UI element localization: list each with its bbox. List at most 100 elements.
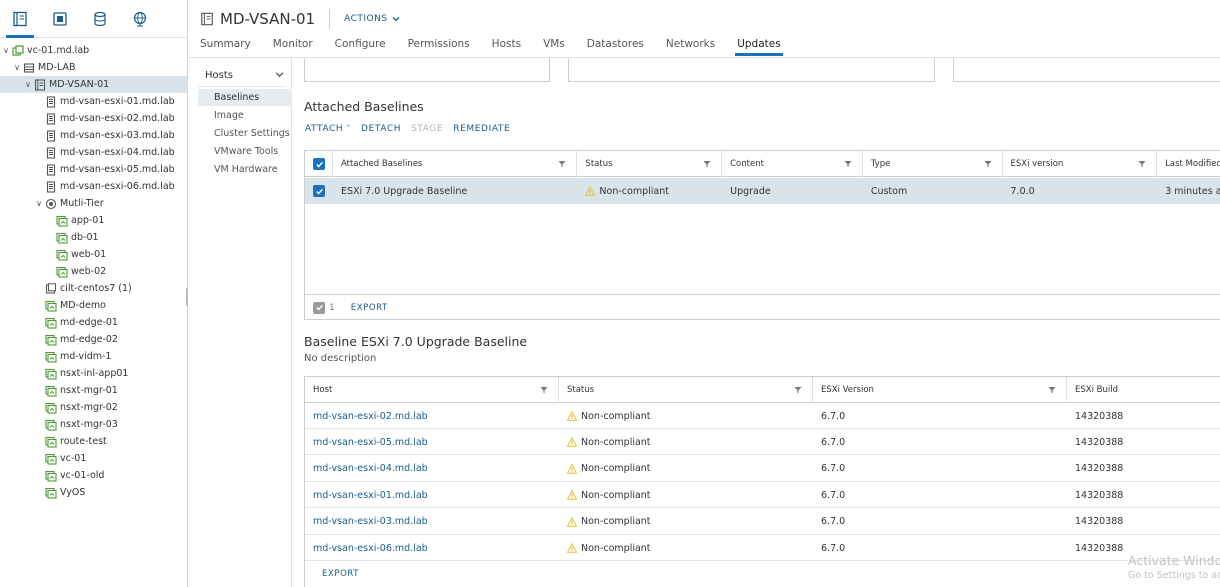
expand-caret-icon[interactable]: ∨ [12, 63, 22, 72]
cell-host[interactable]: md-vsan-esxi-06.md.lab [305, 535, 559, 561]
table-row[interactable]: md-vsan-esxi-02.md.lab Non-compliant 6.7.0… [305, 403, 1220, 429]
column-header[interactable]: Type [863, 151, 1003, 177]
subnav-item-baselines[interactable]: Baselines [198, 89, 292, 106]
column-header[interactable]: Status [577, 151, 723, 177]
page-title: MD-VSAN-01 [220, 10, 316, 28]
checkbox[interactable] [313, 185, 325, 197]
subnav-heading[interactable]: Hosts [205, 70, 233, 81]
tree-node[interactable]: md-edge-02 [0, 331, 187, 348]
actions-menu-button[interactable]: ACTIONS [344, 14, 400, 24]
vms-templates-tab[interactable] [50, 9, 70, 29]
summary-card-stub [953, 58, 1220, 82]
column-header[interactable]: ESXi version [1003, 151, 1158, 177]
column-header[interactable]: ESXi Version [813, 377, 1067, 403]
tree-node[interactable]: md-vsan-esxi-01.md.lab [0, 93, 187, 110]
attach-button[interactable]: ATTACH ˅ [305, 124, 351, 134]
tree-node[interactable]: VyOS [0, 484, 187, 501]
cell-host[interactable]: md-vsan-esxi-01.md.lab [305, 482, 559, 508]
filter-icon[interactable] [1138, 160, 1146, 168]
filter-icon[interactable] [558, 160, 566, 168]
table-row[interactable]: md-vsan-esxi-03.md.lab Non-compliant 6.7.0… [305, 509, 1220, 535]
tab-vms[interactable]: VMs [543, 38, 565, 54]
subnav-item-vm-hardware[interactable]: VM Hardware [198, 161, 292, 178]
tree-node[interactable]: ∨ Mutli-Tier [0, 195, 187, 212]
tree-node[interactable]: md-vsan-esxi-04.md.lab [0, 144, 187, 161]
export-button[interactable]: EXPORT [351, 303, 388, 313]
tab-configure[interactable]: Configure [335, 38, 386, 54]
column-header[interactable]: Attached Baselines [333, 151, 578, 177]
tree-node[interactable]: route-test [0, 433, 187, 450]
tree-node[interactable]: app-01 [0, 212, 187, 229]
tree-node[interactable]: md-vsan-esxi-05.md.lab [0, 161, 187, 178]
networking-tab[interactable] [130, 9, 150, 29]
tab-monitor[interactable]: Monitor [273, 38, 313, 54]
cell-host[interactable]: md-vsan-esxi-05.md.lab [305, 429, 559, 455]
tab-summary[interactable]: Summary [200, 38, 251, 54]
cell-host[interactable]: md-vsan-esxi-03.md.lab [305, 509, 559, 535]
tree-node[interactable]: vc-01 [0, 450, 187, 467]
remediate-button[interactable]: REMEDIATE [453, 124, 510, 134]
tree-node[interactable]: vc-01-old [0, 467, 187, 484]
filter-icon[interactable] [984, 160, 992, 168]
tree-node[interactable]: nsxt-mgr-01 [0, 382, 187, 399]
attach-label: ATTACH [305, 124, 344, 134]
tree-node[interactable]: nsxt-mgr-02 [0, 399, 187, 416]
tree-node[interactable]: ∨ MD-LAB [0, 59, 187, 76]
tree-node[interactable]: ∨ MD-VSAN-01 [0, 76, 187, 93]
cell-host[interactable]: md-vsan-esxi-02.md.lab [305, 403, 559, 429]
expand-caret-icon[interactable]: ∨ [23, 80, 33, 89]
filter-icon[interactable] [844, 160, 852, 168]
column-header-label: ESXi Build [1075, 385, 1118, 395]
column-header[interactable]: Content [722, 151, 863, 177]
tree-node[interactable]: db-01 [0, 229, 187, 246]
table-row[interactable]: ESXi 7.0 Upgrade Baseline Non-compliant Up… [305, 178, 1220, 204]
filter-icon[interactable] [794, 386, 802, 394]
tab-datastores[interactable]: Datastores [587, 38, 644, 54]
tab-updates[interactable]: Updates [735, 38, 783, 56]
tree-node[interactable]: md-edge-01 [0, 314, 187, 331]
tree-node[interactable]: md-vidm-1 [0, 348, 187, 365]
export-button[interactable]: EXPORT [322, 569, 359, 579]
checkbox[interactable] [313, 158, 325, 170]
tree-node[interactable]: md-vsan-esxi-03.md.lab [0, 127, 187, 144]
detach-button[interactable]: DETACH [361, 124, 401, 134]
column-header[interactable]: Status [559, 377, 813, 403]
hosts-clusters-tab[interactable] [6, 9, 34, 38]
tree-node[interactable]: web-01 [0, 246, 187, 263]
cell-text: 14320388 [1075, 436, 1124, 448]
table-row[interactable]: md-vsan-esxi-05.md.lab Non-compliant 6.7.0… [305, 429, 1220, 456]
cell-text: 6.7.0 [821, 463, 846, 475]
expand-caret-icon[interactable]: ∨ [34, 199, 44, 208]
filter-icon[interactable] [540, 386, 548, 394]
table-row[interactable]: md-vsan-esxi-01.md.lab Non-compliant 6.7.0… [305, 482, 1220, 509]
table-row[interactable]: md-vsan-esxi-04.md.lab Non-compliant 6.7.0… [305, 456, 1220, 482]
column-header[interactable]: ESXi Build [1067, 377, 1220, 403]
tree-node[interactable]: md-vsan-esxi-02.md.lab [0, 110, 187, 127]
subnav-item-cluster-settings[interactable]: Cluster Settings [198, 125, 292, 142]
cell-host[interactable]: md-vsan-esxi-04.md.lab [305, 456, 559, 482]
grid-footer: 1 EXPORT [305, 294, 1220, 320]
tree-node[interactable]: web-02 [0, 263, 187, 280]
tab-permissions[interactable]: Permissions [408, 38, 470, 54]
tree-node[interactable]: ∨ vc-01.md.lab [0, 42, 187, 59]
tree-node[interactable]: nsxt-inl-app01 [0, 365, 187, 382]
subnav-item-image[interactable]: Image [198, 107, 292, 124]
cell-type: Custom [863, 178, 1003, 204]
tree-node[interactable]: MD-demo [0, 297, 187, 314]
storage-tab[interactable] [90, 9, 110, 29]
filter-icon[interactable] [1048, 386, 1056, 394]
subnav-item-vmware-tools[interactable]: VMware Tools [198, 143, 292, 160]
table-row[interactable]: md-vsan-esxi-06.md.lab Non-compliant 6.7.0… [305, 535, 1220, 561]
tab-hosts[interactable]: Hosts [492, 38, 521, 54]
tree-node[interactable]: md-vsan-esxi-06.md.lab [0, 178, 187, 195]
column-header[interactable]: Last Modified [1157, 151, 1220, 177]
column-header[interactable]: Host [305, 377, 559, 403]
expand-caret-icon[interactable]: ∨ [1, 46, 11, 55]
tree-node[interactable]: nsxt-mgr-03 [0, 416, 187, 433]
filter-icon[interactable] [703, 160, 711, 168]
tab-networks[interactable]: Networks [666, 38, 715, 54]
chevron-down-icon[interactable] [275, 70, 284, 79]
tree-node[interactable]: cilt-centos7 (1) [0, 280, 187, 297]
baseline-detail-heading: Baseline ESXi 7.0 Upgrade Baseline [304, 334, 528, 349]
tree-node-label: vc-01 [60, 453, 87, 464]
